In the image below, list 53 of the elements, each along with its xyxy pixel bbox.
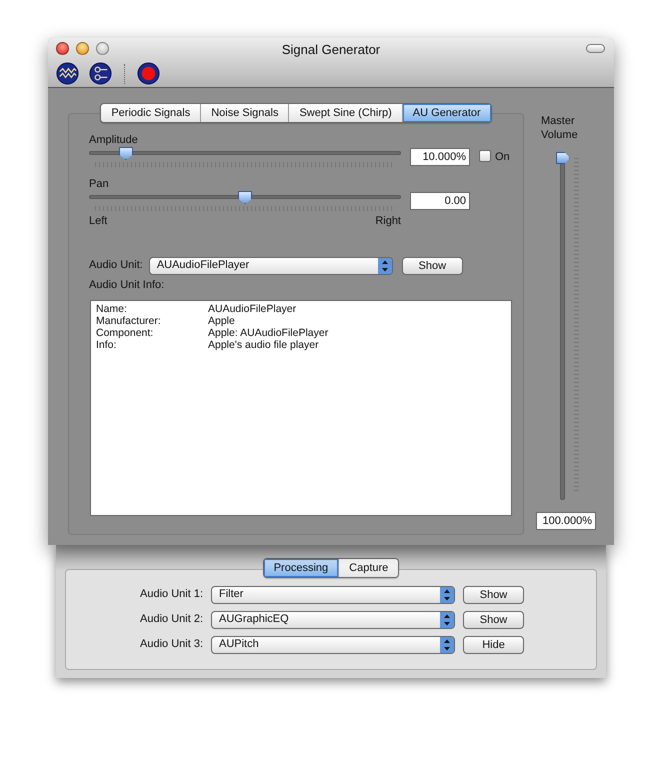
tab[interactable]: Noise Signals [201,104,290,122]
close-button[interactable] [56,42,69,55]
info-key: Name: [96,302,208,314]
tab[interactable]: Capture [339,559,398,577]
slider-thumb[interactable] [238,191,252,204]
amplitude-slider[interactable] [89,147,401,160]
left-label: Left [89,214,108,229]
tab[interactable]: Swept Sine (Chirp) [289,104,403,122]
info-key: Manufacturer: [96,314,208,326]
waveform-icon[interactable] [56,62,79,85]
dropdown[interactable]: AUAudioFilePlayer [148,256,393,274]
info-value: Apple [208,314,236,326]
info-value: AUAudioFilePlayer [208,302,298,314]
audio-unit-label: Audio Unit 3: [139,637,203,652]
sliders-icon[interactable] [89,62,112,85]
amplitude-field[interactable]: 10.000% [410,148,470,166]
tab[interactable]: Periodic Signals [101,104,202,122]
audio-unit-label: Audio Unit 1: [139,587,203,602]
unit-button[interactable]: Show [463,586,524,604]
pan-label: Pan [89,177,110,191]
record-icon[interactable] [137,62,160,85]
audio-unit-label: Audio Unit: [89,258,143,274]
amplitude-label: Amplitude [89,133,139,147]
info-key: Component: [96,326,208,338]
updown-arrows-icon [440,586,454,603]
zoom-button[interactable] [96,42,109,55]
updown-arrows-icon [440,612,454,628]
updown-arrows-icon [440,636,454,653]
slider-thumb[interactable] [556,152,570,164]
info-key: Info: [96,338,208,350]
master-volume-field[interactable]: 100.000% [536,512,596,530]
window-title: Signal Generator [280,41,382,58]
info-label: Audio Unit Info: [89,278,166,292]
dropdown[interactable]: AUPitch [211,636,455,654]
slider-thumb[interactable] [118,147,133,160]
unit-button[interactable]: Show [463,610,524,629]
dropdown[interactable]: AUGraphicEQ [211,610,455,629]
pan-slider[interactable] [89,191,401,204]
show-button[interactable]: Show [402,256,463,274]
right-label: Right [375,214,401,229]
tab[interactable]: Processing [264,559,340,577]
dropdown[interactable]: Filter [211,586,455,604]
audio-unit-label: Audio Unit 2: [139,612,203,628]
minimize-button[interactable] [76,42,89,55]
pan-field[interactable]: 0.00 [410,192,470,210]
tab[interactable]: AU Generator [402,104,491,122]
on-checkbox[interactable]: On [479,148,510,166]
info-value: Apple: AUAudioFilePlayer [208,326,330,338]
info-value: Apple's audio file player [208,338,320,350]
toolbar-toggle-button[interactable] [586,44,605,53]
unit-button[interactable]: Hide [463,636,524,654]
updown-arrows-icon [378,258,392,274]
master-volume-label: Master Volume [541,114,579,142]
